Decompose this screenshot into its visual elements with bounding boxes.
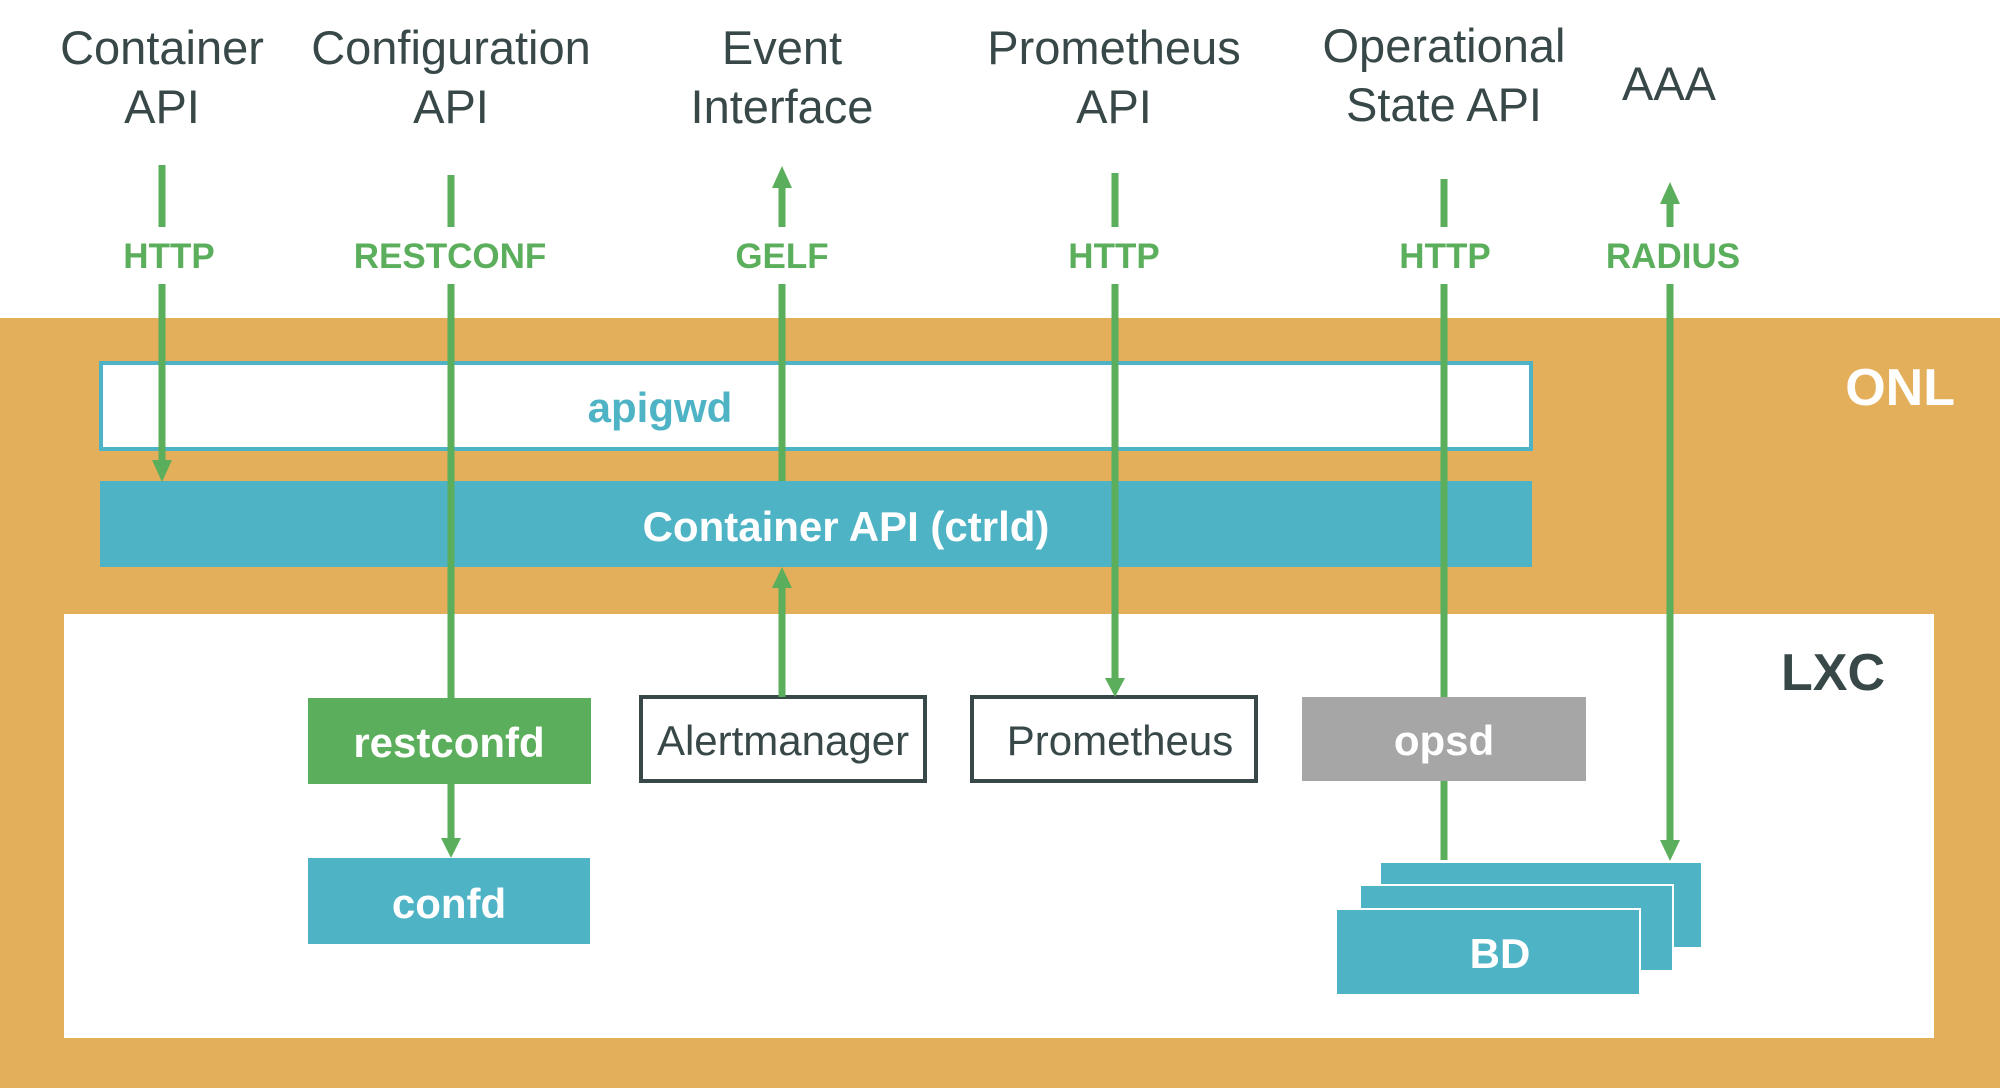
- event-interface-label-2: Interface: [691, 80, 874, 133]
- apigwd-label: apigwd: [588, 384, 733, 431]
- configuration-api-label-1: Configuration: [311, 21, 591, 74]
- prometheus-label: Prometheus: [1007, 717, 1233, 764]
- architecture-diagram: ONL LXC apigwd Container API (ctrld) res…: [0, 19, 2000, 1088]
- prometheus-api-label-1: Prometheus: [987, 21, 1240, 74]
- protocol-radius: RADIUS: [1606, 237, 1740, 276]
- operational-state-api-label-2: State API: [1346, 78, 1542, 131]
- apigwd-box: [99, 361, 1533, 451]
- opsd-label: opsd: [1394, 717, 1494, 764]
- ctrld-label: Container API (ctrld): [643, 503, 1050, 550]
- alertmanager-label: Alertmanager: [657, 717, 909, 764]
- protocol-gelf: GELF: [735, 237, 828, 276]
- protocol-http-container: HTTP: [123, 237, 214, 276]
- container-api-label-2: API: [124, 80, 200, 133]
- onl-label: ONL: [1845, 359, 1955, 417]
- protocol-restconf: RESTCONF: [354, 237, 547, 276]
- bd-label: BD: [1470, 930, 1531, 977]
- prometheus-api-label-2: API: [1076, 80, 1152, 133]
- container-api-label-1: Container: [60, 21, 264, 74]
- event-interface-label-1: Event: [722, 21, 842, 74]
- protocol-http-opstate: HTTP: [1399, 237, 1490, 276]
- operational-state-api-label-1: Operational: [1323, 19, 1566, 72]
- configuration-api-label-2: API: [413, 80, 489, 133]
- protocol-http-prometheus: HTTP: [1068, 237, 1159, 276]
- lxc-label: LXC: [1781, 644, 1885, 702]
- aaa-label: AAA: [1622, 57, 1717, 110]
- confd-label: confd: [392, 880, 506, 927]
- lxc-region: [64, 614, 1934, 1038]
- arrow-up-icon: [772, 166, 792, 188]
- restconfd-label: restconfd: [353, 719, 544, 766]
- arrow-up-icon: [1660, 182, 1680, 204]
